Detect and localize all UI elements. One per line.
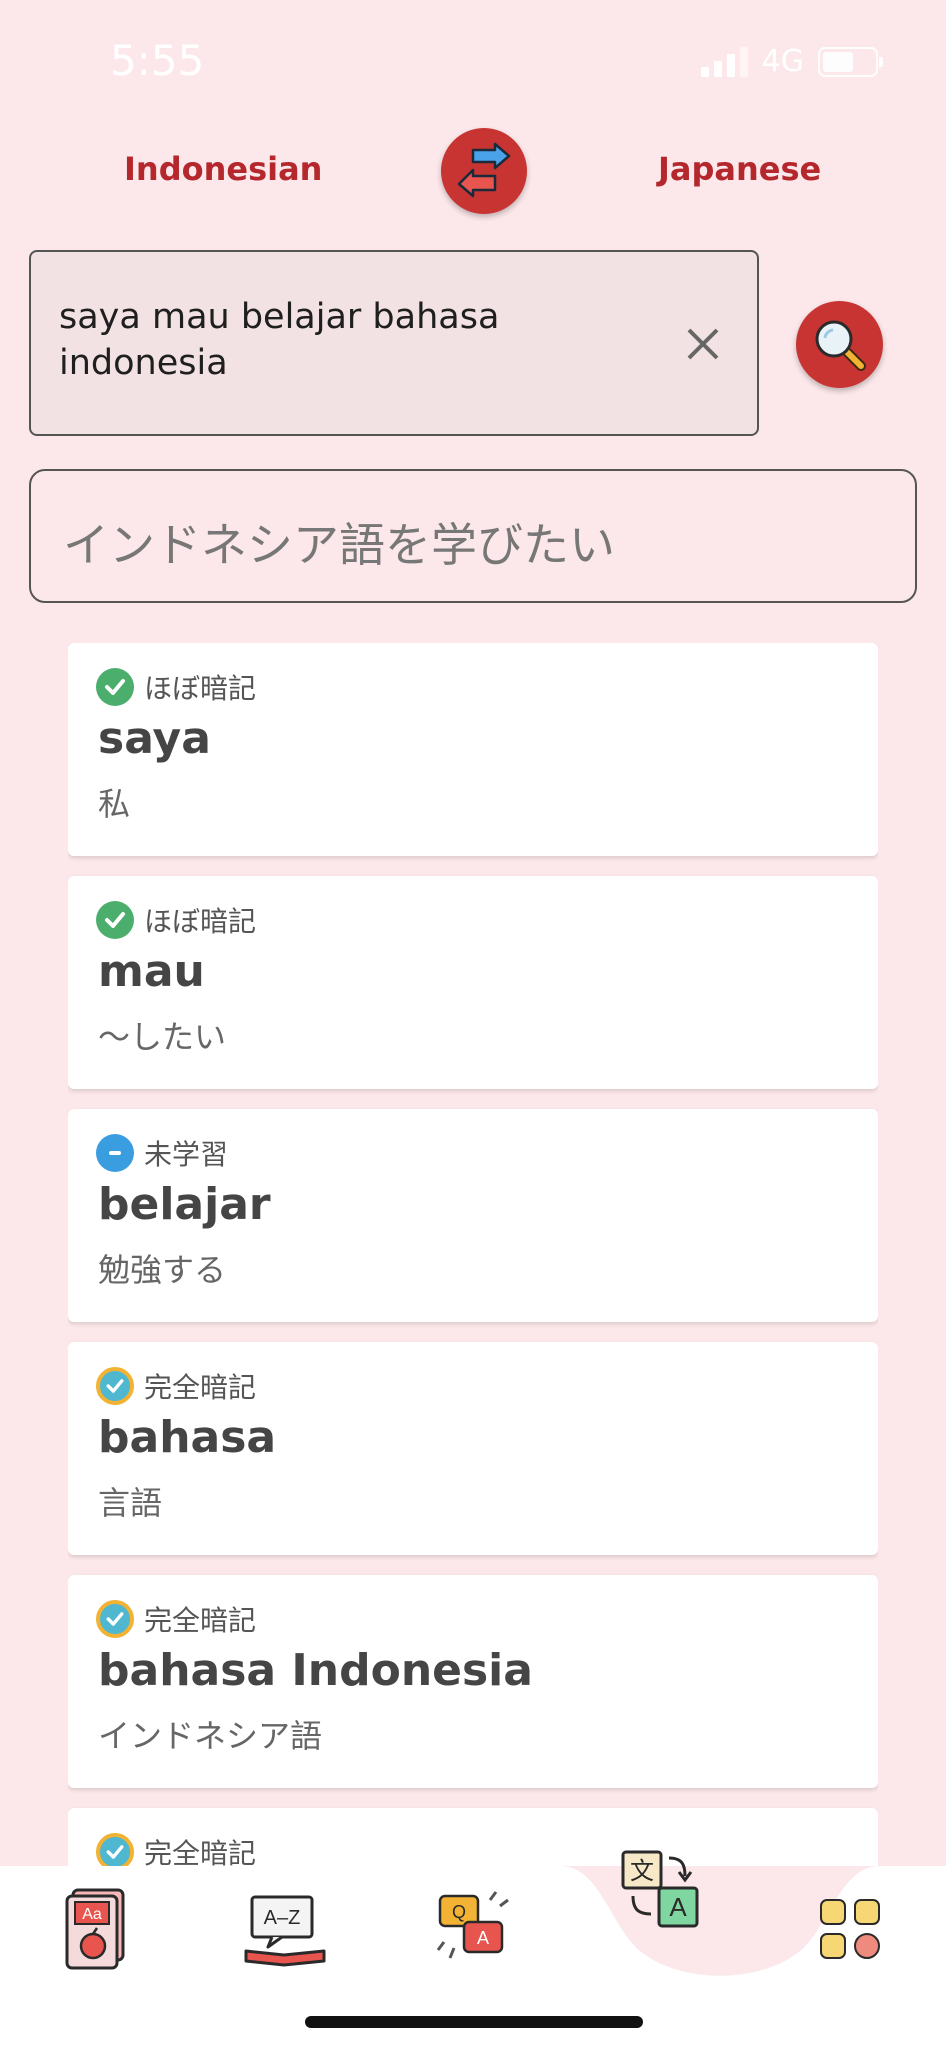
battery-icon [818,46,883,77]
nav-quiz[interactable]: Q A [428,1884,518,1974]
svg-text:Q: Q [452,1902,466,1922]
signal-icon [700,46,748,77]
source-language[interactable]: Indonesian [124,150,322,188]
learning-status: ほぼ暗記 [96,900,256,940]
word-card[interactable]: ほぼ暗記 saya 私 [68,643,878,856]
word-text: bahasa [98,1412,277,1463]
translation-text: インドネシア語を学びたい [63,518,615,572]
svg-text:Aa: Aa [82,1906,102,1923]
word-card[interactable]: 完全暗記 bahasa Indonesia インドネシア語 [68,1575,878,1788]
dictionary-icon: A–Z [244,1895,326,1967]
translation-output: インドネシア語を学びたい [29,469,917,603]
word-list[interactable]: ほぼ暗記 saya 私 ほぼ暗記 mau ～したい 未学習 belajar 勉強… [68,643,878,1868]
magnifier-icon [815,320,866,371]
word-meaning: インドネシア語 [98,1717,323,1755]
almost-memorized-icon [96,901,134,939]
mastered-icon [96,1833,134,1868]
status-label: 完全暗記 [144,1837,257,1868]
target-language[interactable]: Japanese [658,150,821,188]
svg-text:文: 文 [630,1857,654,1885]
apps-icon [820,1899,880,1959]
learning-status: 未学習 [96,1133,228,1173]
word-text: saya [98,713,211,764]
word-meaning: ～したい [98,1018,227,1056]
mastered-icon [96,1600,134,1638]
status-indicators: 4G [700,44,883,79]
status-label: 未学習 [144,1138,229,1171]
nav-translate[interactable]: 文 A [615,1844,705,1934]
clear-input-button[interactable] [683,324,723,364]
word-card[interactable]: 完全暗記 bahasa 言語 [68,1342,878,1555]
mastered-icon [96,1367,134,1405]
word-text: belajar [98,1179,271,1230]
word-card[interactable]: 未学習 belajar 勉強する [68,1109,878,1322]
svg-text:A–Z: A–Z [264,1907,301,1929]
swap-arrows-icon [457,142,511,198]
word-card[interactable]: 完全暗記 [68,1808,878,1868]
nav-apps[interactable] [805,1884,895,1974]
unlearned-icon [96,1134,134,1172]
status-bar: 5:55 4G [0,0,946,120]
learning-status: 完全暗記 [96,1366,256,1406]
quiz-icon: Q A [436,1891,509,1959]
status-label: 完全暗記 [144,1604,257,1637]
word-meaning: 言語 [98,1484,163,1522]
status-time: 5:55 [110,36,205,85]
swap-languages-button[interactable] [441,128,527,214]
nav-flashcards[interactable]: Aa [50,1884,140,1974]
translate-icon: 文 A [621,1850,699,1928]
learning-status: 完全暗記 [96,1599,256,1639]
close-icon [687,328,719,360]
flashcard-icon: Aa [65,1888,125,1970]
nav-dictionary[interactable]: A–Z [240,1884,330,1974]
word-meaning: 私 [98,785,131,823]
status-label: 完全暗記 [144,1371,257,1404]
learning-status: 完全暗記 [96,1832,256,1868]
word-meaning: 勉強する [98,1251,227,1289]
source-text-value[interactable]: saya mau belajar bahasa indonesia [59,294,639,386]
svg-text:A: A [477,1928,489,1948]
status-label: ほぼ暗記 [144,672,257,705]
word-text: mau [98,946,205,997]
almost-memorized-icon [96,668,134,706]
network-label: 4G [761,44,804,79]
learning-status: ほぼ暗記 [96,667,256,707]
home-indicator[interactable] [305,2016,643,2028]
status-label: ほぼ暗記 [144,905,257,938]
svg-text:A: A [669,1892,687,1922]
source-text-input[interactable]: saya mau belajar bahasa indonesia [29,250,759,436]
search-button[interactable] [796,301,883,388]
word-card[interactable]: ほぼ暗記 mau ～したい [68,876,878,1089]
word-text: bahasa Indonesia [98,1645,533,1696]
